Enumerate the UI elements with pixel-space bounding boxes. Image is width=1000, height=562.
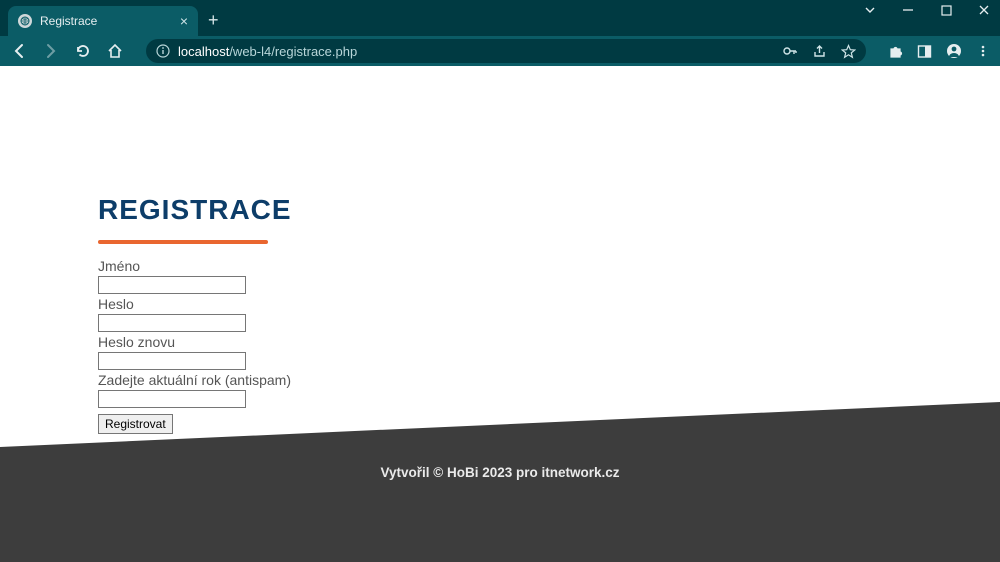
label-password: Heslo	[98, 296, 598, 312]
browser-tab[interactable]: Registrace ×	[8, 6, 198, 36]
tab-title: Registrace	[40, 14, 97, 28]
puzzle-icon[interactable]	[888, 44, 903, 59]
profile-icon[interactable]	[946, 43, 962, 59]
chevron-down-icon[interactable]	[860, 4, 880, 16]
label-name: Jméno	[98, 258, 598, 274]
footer-slant	[0, 402, 1000, 447]
globe-icon	[18, 14, 32, 28]
url-host: localhost	[178, 44, 229, 59]
back-icon[interactable]	[10, 43, 28, 59]
key-icon[interactable]	[782, 43, 798, 59]
close-window-icon[interactable]	[974, 4, 994, 16]
close-tab-icon[interactable]: ×	[180, 13, 188, 29]
page-viewport: REGISTRACE Jméno Heslo Heslo znovu Zadej…	[0, 66, 1000, 562]
star-icon[interactable]	[841, 44, 856, 59]
reload-icon[interactable]	[74, 43, 92, 59]
new-tab-button[interactable]: +	[208, 10, 219, 30]
sidepanel-icon[interactable]	[917, 44, 932, 59]
menu-icon[interactable]	[976, 44, 990, 58]
home-icon[interactable]	[106, 43, 124, 59]
heading-underline	[98, 240, 268, 244]
minimize-icon[interactable]	[898, 4, 918, 16]
url-path: /web-l4/registrace.php	[229, 44, 357, 59]
forward-icon[interactable]	[42, 43, 60, 59]
password-again-field[interactable]	[98, 352, 246, 370]
label-password-again: Heslo znovu	[98, 334, 598, 350]
page-footer: Vytvořil © HoBi 2023 pro itnetwork.cz	[0, 402, 1000, 562]
window-titlebar: Registrace × +	[0, 0, 1000, 36]
page-title: REGISTRACE	[98, 194, 598, 226]
url-text: localhost/web-l4/registrace.php	[178, 44, 357, 59]
password-field[interactable]	[98, 314, 246, 332]
label-antispam: Zadejte aktuální rok (antispam)	[98, 372, 598, 388]
name-field[interactable]	[98, 276, 246, 294]
footer-text: Vytvořil © HoBi 2023 pro itnetwork.cz	[380, 465, 619, 480]
share-icon[interactable]	[812, 44, 827, 59]
maximize-icon[interactable]	[936, 5, 956, 16]
info-icon	[156, 44, 170, 58]
address-bar[interactable]: localhost/web-l4/registrace.php	[146, 39, 866, 63]
browser-toolbar: localhost/web-l4/registrace.php	[0, 36, 1000, 66]
